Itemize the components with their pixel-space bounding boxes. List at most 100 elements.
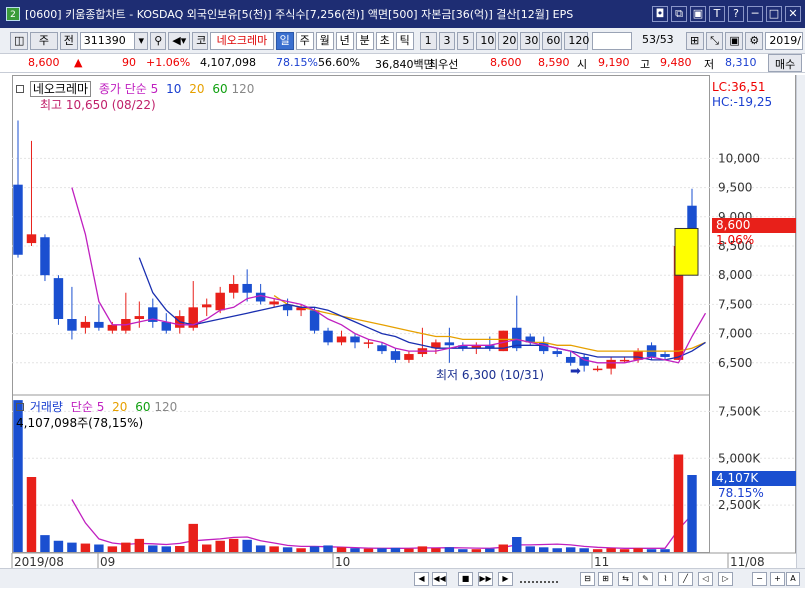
x-tick-label: 11/08 — [730, 555, 765, 569]
vol-ma60-label: 60 — [135, 400, 151, 414]
prev-button[interactable]: 전 — [59, 31, 78, 50]
arrow-icon: ➡ — [570, 364, 581, 379]
search-icon[interactable]: ⚲ — [150, 31, 167, 50]
buy-button[interactable]: 매수 — [768, 54, 803, 72]
current-pct-label: 1.06% — [716, 233, 755, 247]
x-tick-label: 10 — [335, 555, 350, 569]
close-button[interactable]: ✕ — [785, 6, 801, 22]
expand-icon[interactable]: ▷ — [718, 572, 733, 586]
stop-icon[interactable]: ■ — [458, 572, 473, 586]
next-icon[interactable]: ▶▶ — [478, 572, 493, 586]
bottom-nav: ◀ ◀◀ ■ ▶▶ ▶ ⊟ ⊞ ⇆ ✎ ⌇ ╱ ◁ ▷ − + A — [0, 568, 805, 588]
low-annotation: 최저 6,300 (10/31) — [436, 368, 545, 382]
vol-ma-label: 단순 — [70, 400, 93, 414]
code-prefix: 코 — [192, 31, 209, 50]
interval-20[interactable]: 20 — [498, 31, 519, 50]
trade-volume: 4,107,098 — [200, 56, 256, 69]
grid-icon[interactable]: ⊞ — [685, 31, 704, 50]
x-tick-label: 11 — [594, 555, 609, 569]
last-icon[interactable]: ▶ — [498, 572, 513, 586]
line-tool-icon[interactable]: ⤡ — [705, 31, 724, 50]
chart-settings-icon[interactable]: ◫ — [10, 31, 28, 50]
price-legend: 네오크레마 종가 단순 5 10 20 60 120 — [16, 80, 254, 97]
toolbar: ◫ 주 전 311390 ▾ ⚲ ◀▾ 코 네오크레마 일 주 월 년 분 초 … — [0, 28, 805, 54]
period-week[interactable]: 주 — [295, 31, 314, 50]
window-title: [0600] 키움종합차트 - KOSDAQ 외국인보유[5(천)] 주식수[7… — [25, 8, 574, 21]
change-percent: +1.06% — [146, 56, 191, 69]
zoom-plus-button[interactable]: + — [770, 572, 785, 586]
volume-annotation: 4,107,098주(78,15%) — [16, 416, 144, 430]
scroll-track[interactable] — [520, 575, 558, 583]
zoom-minus-button[interactable]: − — [752, 572, 767, 586]
lc-label: LC:36,51 — [712, 80, 766, 94]
sound-icon[interactable]: ◀▾ — [168, 31, 191, 50]
current-price: 8,600 — [28, 56, 60, 69]
market-select[interactable]: 주 — [30, 31, 58, 50]
vol-ma20-label: 20 — [112, 400, 128, 414]
page-indicator: 53/53 — [641, 32, 674, 46]
link-icon[interactable]: ⧉ — [671, 6, 687, 22]
prev-icon[interactable]: ◀◀ — [432, 572, 447, 586]
interval-60[interactable]: 60 — [542, 31, 563, 50]
period-day[interactable]: 일 — [275, 31, 294, 50]
code-input[interactable]: 311390 — [79, 31, 136, 50]
link-chart-icon[interactable]: ⇆ — [618, 572, 633, 586]
interval-input[interactable] — [592, 31, 633, 50]
period-month[interactable]: 월 — [315, 31, 334, 50]
interval-3[interactable]: 3 — [438, 31, 456, 50]
window-buttons: ◘ ⧉ ▣ T ? ─ □ ✕ — [652, 6, 801, 22]
title-bar: 2 [0600] 키움종합차트 - KOSDAQ 외국인보유[5(천)] 주식수… — [0, 0, 805, 28]
save-icon[interactable]: ▣ — [725, 31, 744, 50]
ma120-label: 120 — [231, 82, 255, 96]
bid-price: 8,600 — [490, 56, 522, 69]
app-icon: 2 — [6, 7, 20, 21]
minimize-button[interactable]: ─ — [747, 6, 763, 22]
low-price: 8,310 — [725, 56, 757, 69]
high-price: 9,480 — [660, 56, 692, 69]
interval-1[interactable]: 1 — [419, 31, 437, 50]
period-year[interactable]: 년 — [335, 31, 354, 50]
price-change: 90 — [122, 56, 136, 69]
volume-legend: 거래량 단순 5 20 60 120 — [16, 398, 177, 415]
line-icon[interactable]: ╱ — [678, 572, 693, 586]
config-icon[interactable]: ⚙ — [745, 31, 764, 50]
turnover-rate: 56.60% — [318, 56, 360, 69]
period-tick[interactable]: 틱 — [395, 31, 414, 50]
chart-frame[interactable] — [12, 75, 710, 553]
code-dropdown-icon[interactable]: ▾ — [134, 31, 149, 50]
period-second[interactable]: 초 — [375, 31, 394, 50]
interval-30[interactable]: 30 — [520, 31, 541, 50]
pin-icon[interactable]: ◘ — [652, 6, 668, 22]
trade-amount: 36,840백만 — [375, 58, 434, 71]
date-input[interactable]: 2019/1 — [765, 31, 803, 50]
layout-icon[interactable]: ▣ — [690, 6, 706, 22]
quote-bar: 8,600 ▲ 90 +1.06% 4,107,098 78.15% 56.60… — [0, 54, 805, 73]
volume-pct-label: 78.15% — [718, 486, 764, 500]
interval-120[interactable]: 120 — [564, 31, 589, 50]
stock-name-field[interactable]: 네오크레마 — [210, 31, 274, 50]
shrink-icon[interactable]: ◁ — [698, 572, 713, 586]
x-tick-label: 09 — [100, 555, 115, 569]
vol-ma5-label: 5 — [96, 400, 105, 414]
tool-icon[interactable]: ⌇ — [658, 572, 673, 586]
vol-ma120-label: 120 — [154, 400, 178, 414]
legend-box-icon — [16, 403, 24, 411]
first-icon[interactable]: ◀ — [414, 572, 429, 586]
zoom-out-icon[interactable]: ⊟ — [580, 572, 595, 586]
interval-10[interactable]: 10 — [476, 31, 497, 50]
help-icon[interactable]: ? — [728, 6, 744, 22]
ma5-label: 5 — [150, 82, 159, 96]
vertical-scrollbar[interactable] — [796, 75, 805, 568]
ask-price: 8,590 — [538, 56, 570, 69]
maximize-button[interactable]: □ — [766, 6, 782, 22]
legend-box-icon — [16, 85, 24, 93]
volume-label: 거래량 — [29, 400, 63, 414]
period-minute[interactable]: 분 — [355, 31, 374, 50]
interval-5[interactable]: 5 — [457, 31, 475, 50]
zoom-in-icon[interactable]: ⊞ — [598, 572, 613, 586]
font-icon[interactable]: T — [709, 6, 725, 22]
draw-icon[interactable]: ✎ — [638, 572, 653, 586]
best-bid-label: 최우선 — [428, 58, 459, 71]
font-size-button[interactable]: A — [786, 572, 800, 586]
open-label: 시 — [577, 58, 588, 71]
